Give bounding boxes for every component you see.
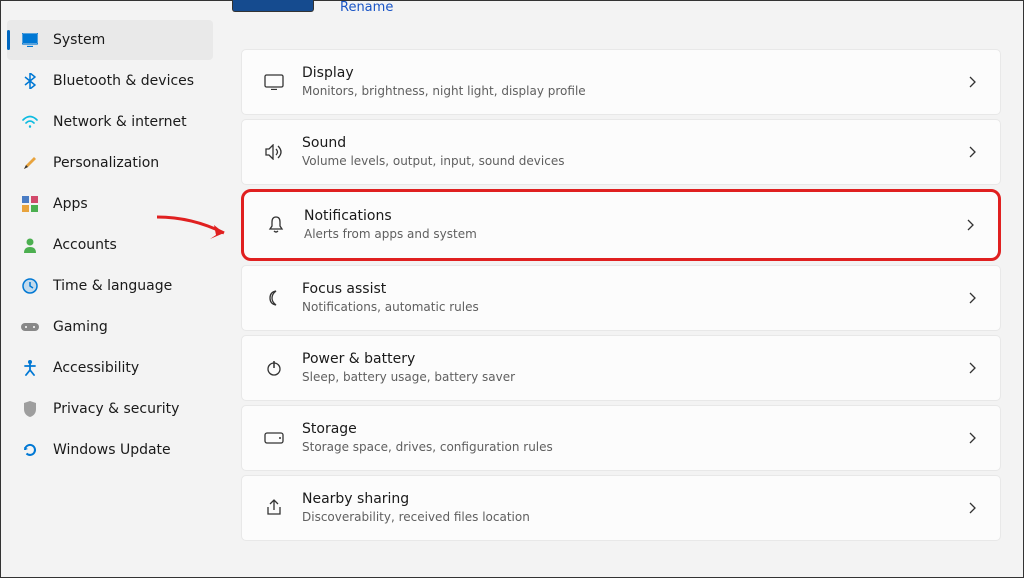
- sound-icon: [254, 144, 294, 160]
- sidebar-item-label: System: [53, 32, 105, 48]
- sidebar-item-label: Network & internet: [53, 114, 187, 130]
- time-icon: [21, 277, 39, 295]
- wifi-icon: [21, 113, 39, 131]
- chevron-right-icon: [964, 76, 980, 88]
- sidebar-item-label: Personalization: [53, 155, 159, 171]
- sidebar-item-update[interactable]: Windows Update: [7, 430, 213, 470]
- moon-icon: [254, 290, 294, 306]
- chevron-right-icon: [964, 502, 980, 514]
- setting-card-power[interactable]: Power & battery Sleep, battery usage, ba…: [241, 335, 1001, 401]
- sidebar-item-label: Windows Update: [53, 442, 171, 458]
- card-title: Nearby sharing: [302, 490, 964, 508]
- rename-link[interactable]: Rename: [340, 0, 393, 15]
- update-icon: [21, 441, 39, 459]
- sidebar-item-label: Privacy & security: [53, 401, 179, 417]
- card-desc: Discoverability, received files location: [302, 509, 964, 526]
- chevron-right-icon: [964, 432, 980, 444]
- setting-card-display[interactable]: Display Monitors, brightness, night ligh…: [241, 49, 1001, 115]
- sidebar-item-privacy[interactable]: Privacy & security: [7, 389, 213, 429]
- card-title: Display: [302, 64, 964, 82]
- system-icon: [21, 31, 39, 49]
- device-preview-image: [232, 0, 314, 12]
- display-icon: [254, 74, 294, 90]
- bluetooth-icon: [21, 72, 39, 90]
- setting-card-notifications[interactable]: Notifications Alerts from apps and syste…: [241, 189, 1001, 261]
- card-title: Focus assist: [302, 280, 964, 298]
- chevron-right-icon: [964, 362, 980, 374]
- chevron-right-icon: [964, 292, 980, 304]
- card-title: Sound: [302, 134, 964, 152]
- sidebar-item-accessibility[interactable]: Accessibility: [7, 348, 213, 388]
- sidebar-item-label: Bluetooth & devices: [53, 73, 194, 89]
- sidebar-item-system[interactable]: System: [7, 20, 213, 60]
- card-desc: Notifications, automatic rules: [302, 299, 964, 316]
- sidebar-item-gaming[interactable]: Gaming: [7, 307, 213, 347]
- apps-icon: [21, 195, 39, 213]
- sidebar-item-bluetooth[interactable]: Bluetooth & devices: [7, 61, 213, 101]
- setting-card-nearby[interactable]: Nearby sharing Discoverability, received…: [241, 475, 1001, 541]
- card-title: Notifications: [304, 207, 962, 225]
- card-desc: Monitors, brightness, night light, displ…: [302, 83, 964, 100]
- gaming-icon: [21, 318, 39, 336]
- sidebar-item-label: Accessibility: [53, 360, 139, 376]
- bell-icon: [256, 216, 296, 234]
- sidebar-item-label: Apps: [53, 196, 88, 212]
- accounts-icon: [21, 236, 39, 254]
- share-icon: [254, 499, 294, 517]
- chevron-right-icon: [964, 146, 980, 158]
- card-desc: Volume levels, output, input, sound devi…: [302, 153, 964, 170]
- sidebar-item-label: Gaming: [53, 319, 108, 335]
- paint-icon: [21, 154, 39, 172]
- setting-card-storage[interactable]: Storage Storage space, drives, configura…: [241, 405, 1001, 471]
- chevron-right-icon: [962, 219, 978, 231]
- sidebar-item-accounts[interactable]: Accounts: [7, 225, 213, 265]
- settings-main-content: Display Monitors, brightness, night ligh…: [219, 1, 1023, 577]
- shield-icon: [21, 400, 39, 418]
- card-title: Power & battery: [302, 350, 964, 368]
- card-desc: Alerts from apps and system: [304, 226, 962, 243]
- sidebar-item-time[interactable]: Time & language: [7, 266, 213, 306]
- card-title: Storage: [302, 420, 964, 438]
- sidebar-item-personalization[interactable]: Personalization: [7, 143, 213, 183]
- setting-card-focus[interactable]: Focus assist Notifications, automatic ru…: [241, 265, 1001, 331]
- power-icon: [254, 360, 294, 376]
- sidebar-item-apps[interactable]: Apps: [7, 184, 213, 224]
- card-desc: Storage space, drives, configuration rul…: [302, 439, 964, 456]
- sidebar-item-network[interactable]: Network & internet: [7, 102, 213, 142]
- accessibility-icon: [21, 359, 39, 377]
- card-desc: Sleep, battery usage, battery saver: [302, 369, 964, 386]
- settings-sidebar: System Bluetooth & devices Network & int…: [1, 1, 219, 577]
- storage-icon: [254, 432, 294, 444]
- sidebar-item-label: Time & language: [53, 278, 172, 294]
- setting-card-sound[interactable]: Sound Volume levels, output, input, soun…: [241, 119, 1001, 185]
- sidebar-item-label: Accounts: [53, 237, 117, 253]
